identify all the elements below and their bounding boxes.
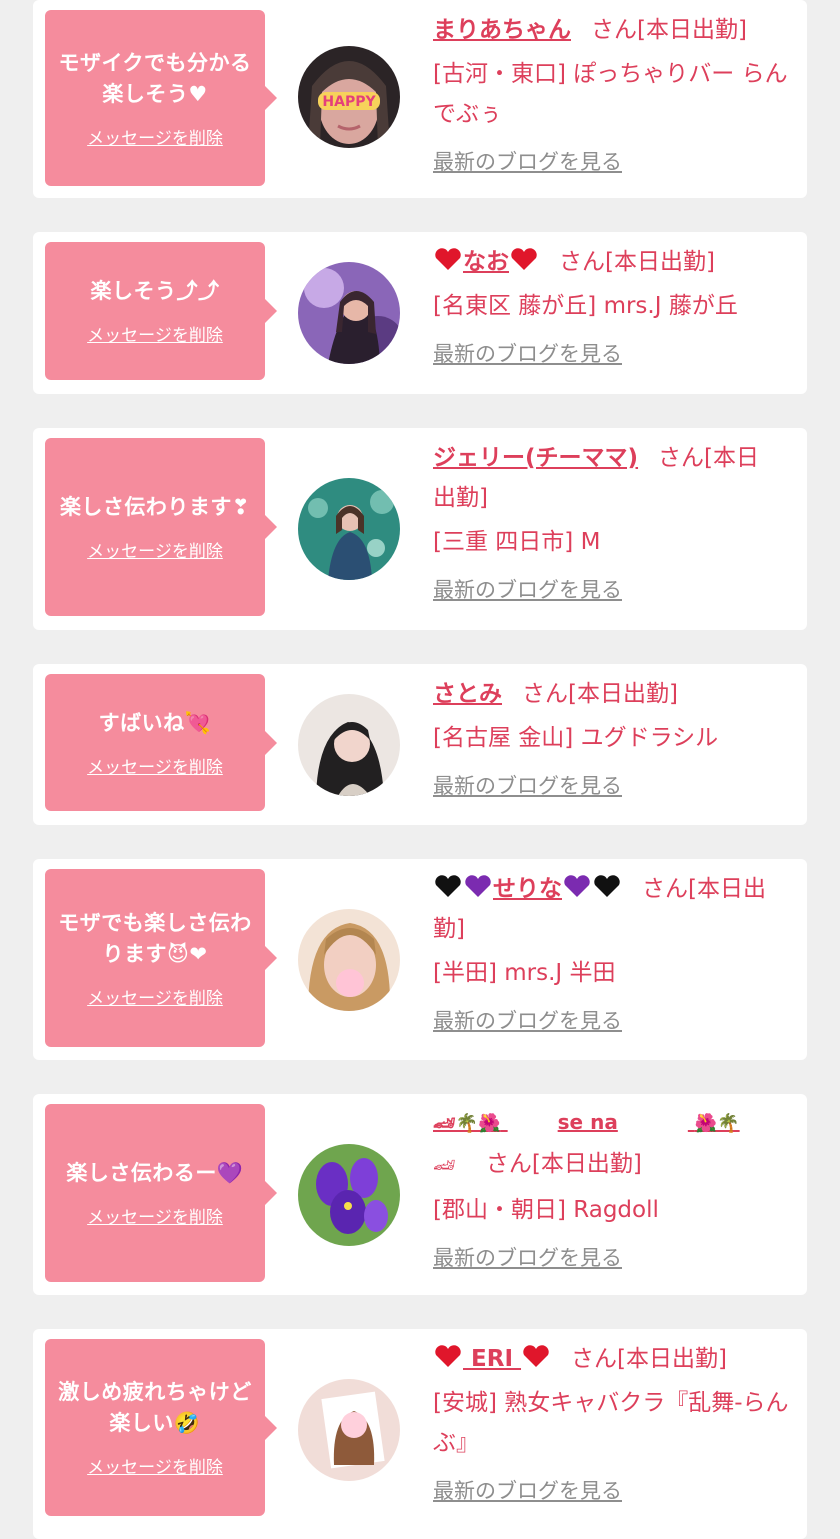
blog-link[interactable]: 最新のブログを見る bbox=[433, 338, 622, 368]
message-text: モザでも楽しさ伝わります😈❤ bbox=[58, 910, 252, 966]
shop-info: [半田] mrs.J 半田 bbox=[433, 960, 616, 986]
shop-info: [郡山・朝日] Ragdoll bbox=[433, 1197, 659, 1223]
cast-name-text: せりな bbox=[493, 876, 562, 902]
cast-info: まりあちゃん さん[本日出勤] [古河・東口] ぽっちゃりバー らんでぶぅ 最新の… bbox=[433, 10, 795, 176]
shop-info: [古河・東口] ぽっちゃりバー らんでぶぅ bbox=[433, 61, 788, 127]
attendance-label: さん[本日出勤] bbox=[485, 1151, 642, 1177]
heart-icon bbox=[435, 1345, 461, 1367]
message-text: 楽しさ伝わるー💜 bbox=[66, 1161, 244, 1185]
avatar[interactable]: HAPPY bbox=[298, 46, 400, 148]
message-bubble: 楽しそう⤴⤴ メッセージを削除 bbox=[45, 242, 277, 380]
message-card: モザイクでも分かる楽しそう♥ メッセージを削除 HAPPY まりあちゃん さん[本… bbox=[33, 0, 807, 198]
black-heart-icon bbox=[594, 875, 620, 897]
message-card: すばいね💘 メッセージを削除 さとみ さん[本日出勤] [名古屋 金山] ユグドラ… bbox=[33, 664, 807, 825]
cast-name-link[interactable]: せりな bbox=[433, 875, 622, 902]
cast-name-link[interactable]: ジェリー(チーママ) bbox=[433, 445, 638, 471]
blog-link[interactable]: 最新のブログを見る bbox=[433, 1475, 622, 1505]
attendance-label: さん[本日 bbox=[658, 445, 760, 471]
purple-heart-icon bbox=[465, 875, 491, 897]
cast-name-text: なお bbox=[463, 249, 509, 275]
message-bubble: モザでも楽しさ伝わります😈❤ メッセージを削除 bbox=[45, 869, 277, 1047]
shop-info: [名古屋 金山] ユグドラシル bbox=[433, 725, 719, 751]
cast-name-text: se na bbox=[557, 1110, 618, 1134]
delete-message-link[interactable]: メッセージを削除 bbox=[87, 753, 223, 778]
delete-message-link[interactable]: メッセージを削除 bbox=[87, 321, 223, 346]
message-bubble: 楽しさ伝わるー💜 メッセージを削除 bbox=[45, 1104, 277, 1282]
message-bubble: すばいね💘 メッセージを削除 bbox=[45, 674, 277, 811]
cast-info: さとみ さん[本日出勤] [名古屋 金山] ユグドラシル 最新のブログを見る bbox=[433, 674, 795, 800]
message-text: モザイクでも分かる楽しそう♥ bbox=[58, 50, 252, 106]
attendance-label: さん[本日出 bbox=[642, 876, 766, 902]
heart-icon bbox=[523, 1345, 549, 1367]
blog-link[interactable]: 最新のブログを見る bbox=[433, 770, 622, 800]
message-text: 激しめ疲れちゃけど楽しい🤣 bbox=[58, 1380, 252, 1435]
message-bubble: モザイクでも分かる楽しそう♥ メッセージを削除 bbox=[45, 10, 277, 186]
attendance-label: さん[本日出勤] bbox=[522, 681, 678, 707]
shop-info: [三重 四日市] M bbox=[433, 529, 601, 555]
cast-name-link[interactable]: ERI bbox=[433, 1345, 551, 1372]
cast-name-link[interactable]: なお bbox=[433, 248, 539, 275]
message-text: 楽しそう⤴⤴ bbox=[90, 279, 220, 303]
decoration-icons: 🌺🌴 bbox=[694, 1113, 740, 1134]
decoration-icons: 🏎🌴🌺 bbox=[433, 1113, 501, 1134]
attendance-label: さん[本日出勤] bbox=[591, 17, 747, 43]
attendance-label-cont: 勤] bbox=[433, 916, 465, 942]
attendance-label: さん[本日出勤] bbox=[559, 249, 715, 275]
avatar[interactable] bbox=[298, 1144, 400, 1246]
heart-icon bbox=[511, 248, 537, 270]
purple-heart-icon bbox=[564, 875, 590, 897]
delete-message-link[interactable]: メッセージを削除 bbox=[87, 1453, 223, 1478]
avatar-sticker-text: HAPPY bbox=[322, 94, 376, 110]
blog-link[interactable]: 最新のブログを見る bbox=[433, 1242, 622, 1272]
heart-icon bbox=[435, 248, 461, 270]
delete-message-link[interactable]: メッセージを削除 bbox=[87, 984, 223, 1009]
cast-info: せりな さん[本日出勤] [半田] mrs.J 半田 最新のブログを見る bbox=[433, 869, 795, 1035]
delete-message-link[interactable]: メッセージを削除 bbox=[87, 124, 223, 149]
delete-message-link[interactable]: メッセージを削除 bbox=[87, 537, 223, 562]
cast-name-text: ERI bbox=[471, 1346, 513, 1372]
message-card: モザでも楽しさ伝わります😈❤ メッセージを削除 せりな さん[本日出勤] [半田]… bbox=[33, 859, 807, 1060]
blog-link[interactable]: 最新のブログを見る bbox=[433, 1005, 622, 1035]
cast-name-link[interactable]: さとみ bbox=[433, 681, 502, 707]
message-bubble: 激しめ疲れちゃけど楽しい🤣 メッセージを削除 bbox=[45, 1339, 277, 1516]
message-card: 楽しさ伝わるー💜 メッセージを削除 🏎🌴🌺 se na 🌺🌴 🏎 さん[本日出勤… bbox=[33, 1094, 807, 1295]
message-list: モザイクでも分かる楽しそう♥ メッセージを削除 HAPPY まりあちゃん さん[本… bbox=[0, 0, 840, 1539]
message-text: 楽しさ伝わります❣ bbox=[59, 495, 251, 519]
shop-info: [名東区 藤が丘] mrs.J 藤が丘 bbox=[433, 293, 738, 319]
blog-link[interactable]: 最新のブログを見る bbox=[433, 146, 622, 176]
cast-info: ERI さん[本日出勤] [安城] 熟女キャバクラ『乱舞-らんぶ』 最新のブログ… bbox=[433, 1339, 795, 1505]
cast-name-link[interactable]: まりあちゃん bbox=[433, 17, 571, 43]
message-card: 激しめ疲れちゃけど楽しい🤣 メッセージを削除 ERI さん[本日出勤] [安城]… bbox=[33, 1329, 807, 1539]
avatar[interactable] bbox=[298, 694, 400, 796]
attendance-label-cont: 出勤] bbox=[433, 485, 488, 511]
cast-info: 🏎🌴🌺 se na 🌺🌴 🏎 さん[本日出勤] [郡山・朝日] Ragdoll 最… bbox=[433, 1102, 795, 1272]
message-text: すばいね💘 bbox=[98, 710, 212, 735]
cast-info: ジェリー(チーママ) さん[本日出勤] [三重 四日市] M 最新のブログを見る bbox=[433, 438, 795, 604]
avatar[interactable] bbox=[298, 1379, 400, 1481]
cast-name-link[interactable]: 🏎🌴🌺 se na 🌺🌴 bbox=[433, 1102, 761, 1144]
blog-link[interactable]: 最新のブログを見る bbox=[433, 574, 622, 604]
avatar[interactable] bbox=[298, 478, 400, 580]
decoration-icon: 🏎 bbox=[433, 1155, 456, 1176]
message-bubble: 楽しさ伝わります❣ メッセージを削除 bbox=[45, 438, 277, 616]
cast-info: なお さん[本日出勤] [名東区 藤が丘] mrs.J 藤が丘 最新のブログを見る bbox=[433, 242, 795, 368]
delete-message-link[interactable]: メッセージを削除 bbox=[87, 1203, 223, 1228]
message-card: 楽しさ伝わります❣ メッセージを削除 ジェリー(チーママ) さん[本日出勤] [三… bbox=[33, 428, 807, 630]
shop-info: [安城] 熟女キャバクラ『乱舞-らんぶ』 bbox=[433, 1390, 789, 1456]
message-card: 楽しそう⤴⤴ メッセージを削除 なお さん[本日出勤] [名東区 藤が丘] mrs… bbox=[33, 232, 807, 394]
avatar[interactable] bbox=[298, 262, 400, 364]
attendance-label: さん[本日出勤] bbox=[571, 1346, 727, 1372]
avatar[interactable] bbox=[298, 909, 400, 1011]
black-heart-icon bbox=[435, 875, 461, 897]
